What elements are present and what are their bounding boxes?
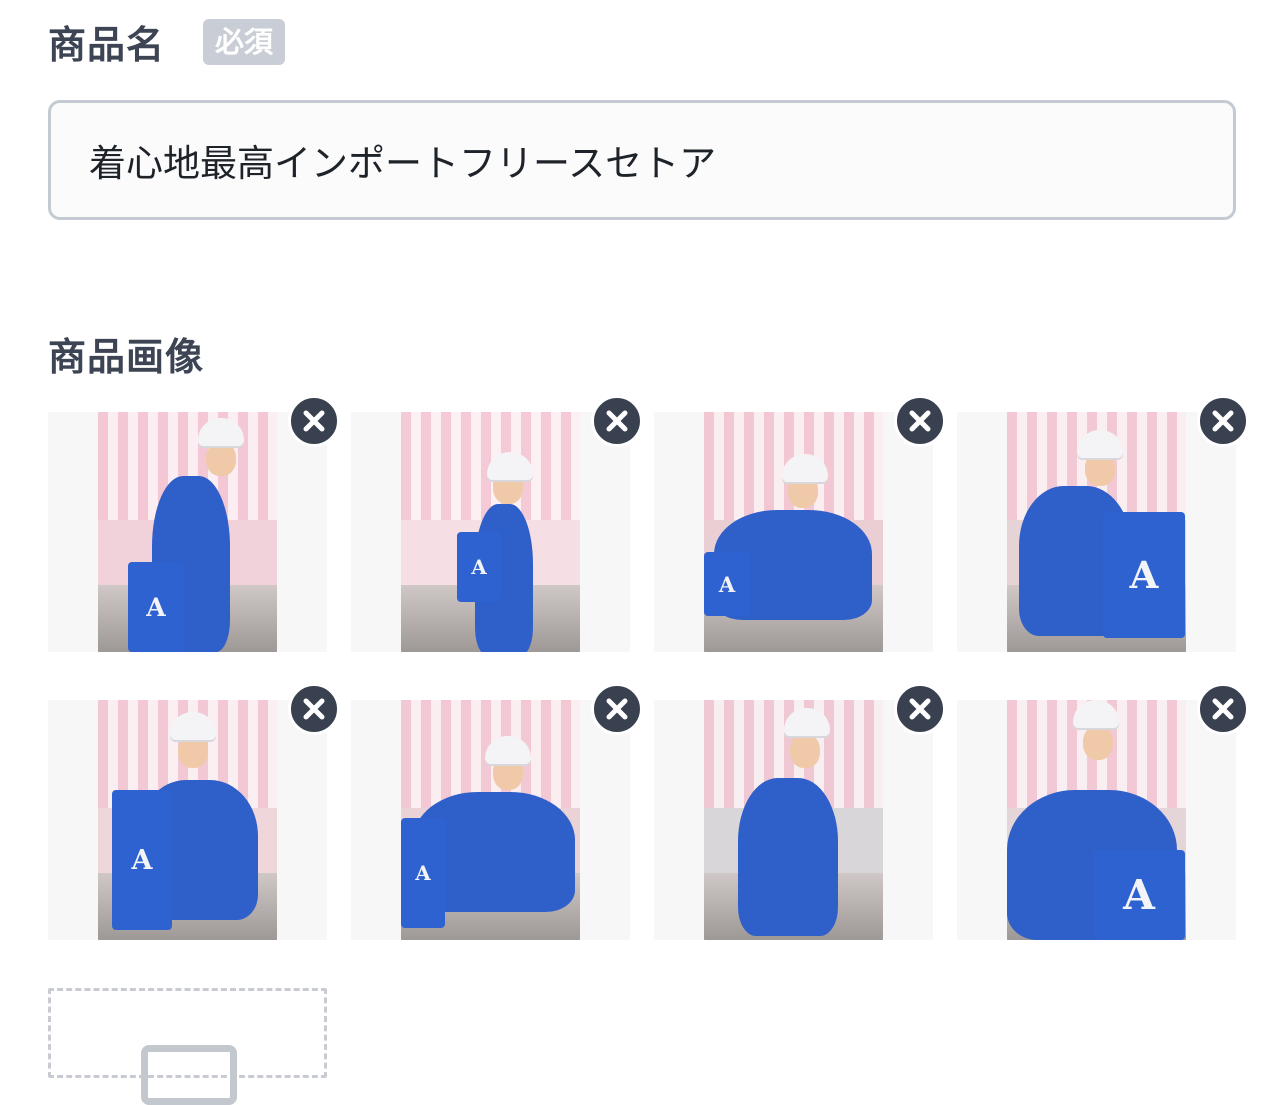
- close-icon: [606, 410, 628, 432]
- product-image-tile[interactable]: A: [351, 412, 630, 652]
- add-image-button[interactable]: [48, 988, 327, 1105]
- product-image-thumbnail: A: [704, 412, 883, 652]
- remove-image-button[interactable]: [1197, 395, 1249, 447]
- remove-image-button[interactable]: [591, 395, 643, 447]
- product-image-tile[interactable]: A: [654, 412, 933, 652]
- remove-image-button[interactable]: [288, 683, 340, 735]
- remove-image-button[interactable]: [591, 683, 643, 735]
- product-image-thumbnail: A: [401, 412, 580, 652]
- product-name-label-row: 商品名 必須: [48, 14, 286, 69]
- product-image-tile[interactable]: A: [48, 700, 327, 940]
- required-badge: 必須: [203, 18, 286, 65]
- product-name-label: 商品名: [48, 23, 166, 67]
- product-image-tile[interactable]: A: [957, 412, 1236, 652]
- image-add-icon: [141, 1045, 237, 1105]
- product-name-input[interactable]: [48, 100, 1236, 220]
- remove-image-button[interactable]: [1197, 683, 1249, 735]
- product-image-thumbnail: A: [98, 412, 277, 652]
- close-icon: [303, 698, 325, 720]
- remove-image-button[interactable]: [894, 683, 946, 735]
- product-image-thumbnail: A: [1007, 412, 1186, 652]
- product-images-label: 商品画像: [48, 335, 205, 379]
- product-image-tile[interactable]: [654, 700, 933, 940]
- close-icon: [303, 410, 325, 432]
- remove-image-button[interactable]: [894, 395, 946, 447]
- remove-image-button[interactable]: [288, 395, 340, 447]
- product-image-tile[interactable]: A: [48, 412, 327, 652]
- close-icon: [1212, 410, 1234, 432]
- product-image-thumbnail: A: [1007, 700, 1186, 940]
- product-image-thumbnail: A: [98, 700, 277, 940]
- close-icon: [909, 410, 931, 432]
- close-icon: [1212, 698, 1234, 720]
- product-image-thumbnail: A: [401, 700, 580, 940]
- product-image-tile[interactable]: A: [351, 700, 630, 940]
- close-icon: [909, 698, 931, 720]
- close-icon: [606, 698, 628, 720]
- product-image-thumbnail: [704, 700, 883, 940]
- product-image-tile[interactable]: A: [957, 700, 1236, 940]
